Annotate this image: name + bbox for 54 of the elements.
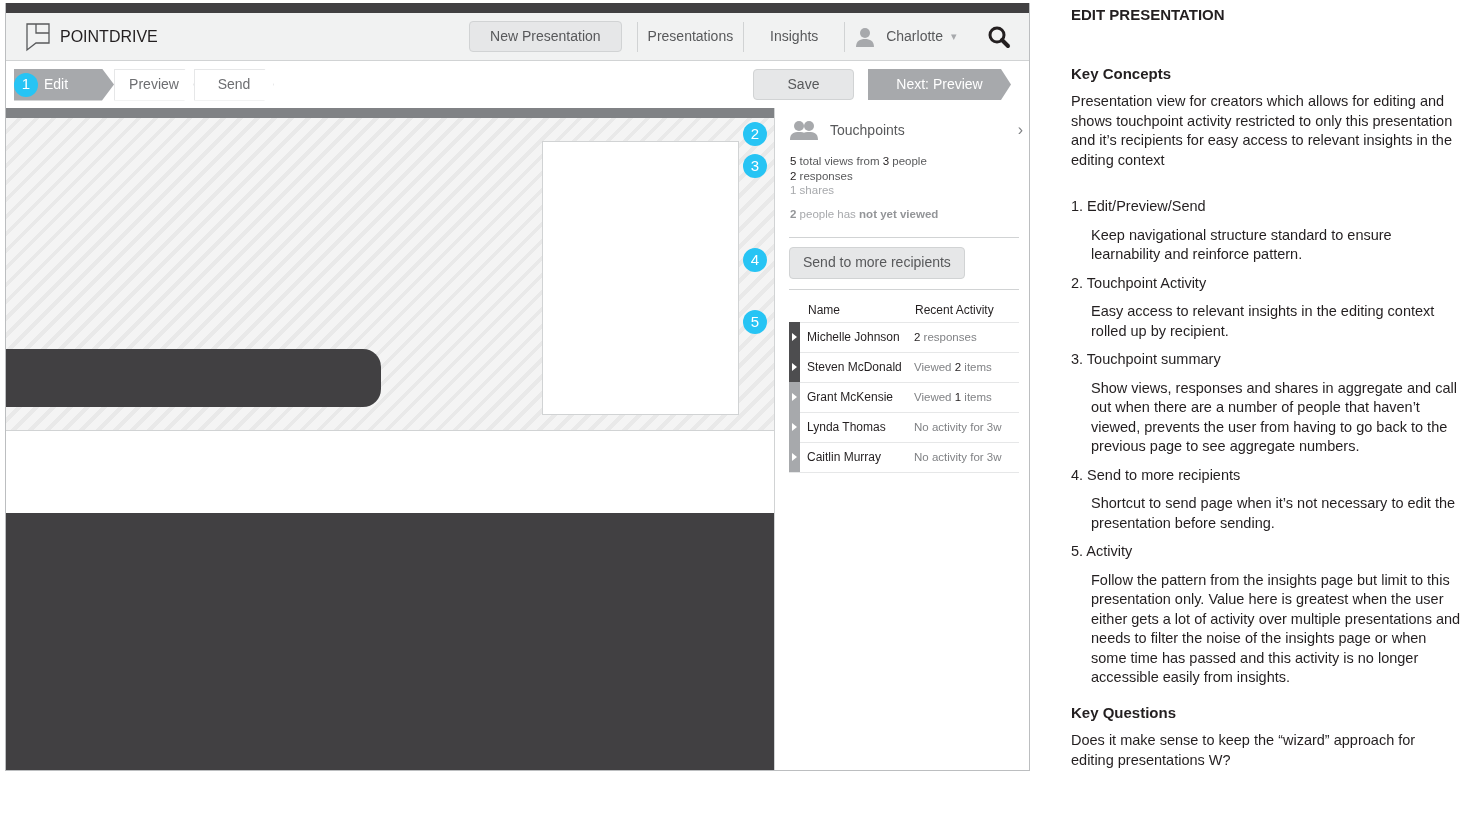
concepts-paragraph: Presentation view for creators which allows for editing and shows touchpoint activity restricted to only this presentation and it’s recipients for easy access to relevant insights in the editing context	[1071, 92, 1454, 170]
save-button[interactable]: Save	[753, 69, 854, 100]
callout-badge: 1	[14, 72, 38, 97]
notes-title: EDIT PRESENTATION	[1071, 5, 1226, 25]
logo-icon	[24, 21, 52, 52]
list-item-title: 1. Edit/Preview/Send	[1071, 197, 1207, 216]
column-header: Recent Activity	[915, 302, 994, 320]
list-item-title: 5. Activity	[1071, 542, 1134, 561]
expand-triangle-icon	[792, 363, 797, 372]
expand-triangle-icon	[792, 453, 797, 462]
stat-line: 5 total views from 3 people	[790, 154, 928, 169]
list-item-title: 2. Touchpoint Activity	[1071, 273, 1208, 293]
expand-triangle-icon	[792, 423, 797, 432]
section-heading: Key Questions	[1071, 702, 1178, 722]
row-expander[interactable]	[789, 352, 800, 383]
list-item-description: Show views, responses and shares in aggregate and call out when there are a number of people that haven’t viewed, prevents the user from having to go back to the previous page to see aggregate numbers.	[1090, 378, 1458, 456]
chevron-text[interactable]: ›	[1017, 118, 1023, 142]
list-item-title: 4. Send to more recipients	[1071, 465, 1242, 485]
people-icon	[790, 120, 818, 140]
row-expander[interactable]	[789, 322, 800, 353]
recipient-name: Steven McDonald	[807, 359, 903, 377]
stat-line: 1 shares	[790, 183, 836, 198]
logo-text: POINTDRIVE	[60, 26, 158, 47]
section-heading: Key Concepts	[1071, 63, 1173, 83]
questions-paragraph: Does it make sense to keep the “wizard” approach for editing presentations W?	[1071, 731, 1417, 770]
stat-line: 2 responses	[790, 168, 854, 183]
expand-triangle-icon	[792, 333, 797, 342]
send-to-more-recipients-button[interactable]: Send to more recipients	[789, 246, 965, 279]
recipient-name: Michelle Johnson	[807, 329, 901, 347]
user-avatar-icon	[855, 26, 876, 47]
not-viewed-summary: 2 people has not yet viewed	[789, 206, 940, 222]
recipient-name: Caitlin Murray	[807, 449, 882, 467]
list-item-description: Easy access to relevant insights in the editing context rolled up by recipient.	[1090, 302, 1436, 341]
recipient-name: Lynda Thomas	[807, 419, 887, 437]
wizard-step[interactable]: Send	[194, 68, 274, 101]
search-icon[interactable]	[987, 24, 1011, 49]
recent-activity: Viewed 1 items	[914, 389, 992, 405]
list-item-description: Shortcut to send page when it’s not necessary to edit the presentation before sending.	[1090, 494, 1457, 533]
recent-activity: Viewed 2 items	[914, 359, 992, 375]
wizard-step[interactable]: Preview	[114, 68, 194, 101]
list-item-title: 3. Touchpoint summary	[1071, 350, 1222, 369]
recipient-name: Grant McKensie	[807, 389, 895, 407]
list-item-description: Follow the pattern from the insights page but limit to this presentation only. Value here is greatest when the user either gets a lot of activity over multiple presentations and needs to filter the noise of the insights page or when some time has passed and this activity is no longer accessible easily from insights.	[1090, 570, 1461, 687]
list-item-description: Keep navigational structure standard to ensure learnability and reinforce pattern.	[1090, 225, 1393, 264]
recent-activity: 2 responses	[914, 329, 977, 345]
expand-triangle-icon	[792, 393, 797, 402]
recent-activity: No activity for 3w	[914, 419, 1002, 435]
new-presentation-button[interactable]: New Presentation	[469, 21, 622, 52]
touchpoints-title[interactable]: Touchpoints	[830, 119, 905, 141]
user-name[interactable]: Charlotte	[886, 26, 943, 47]
nav-link[interactable]: Presentations	[637, 26, 744, 47]
recent-activity: No activity for 3w	[914, 449, 1002, 465]
nav-link[interactable]: Insights	[744, 26, 845, 47]
column-header: Name	[808, 302, 841, 320]
